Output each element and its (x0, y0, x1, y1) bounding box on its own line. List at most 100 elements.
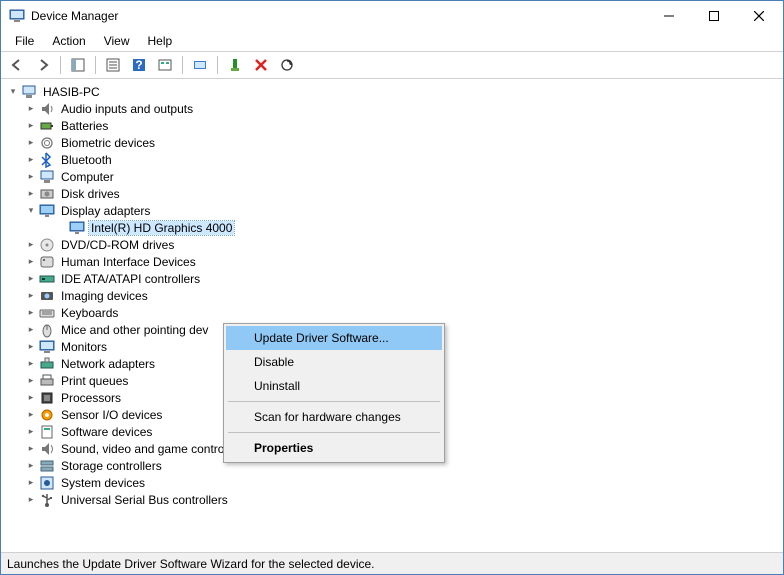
tree-category[interactable]: ▸ Computer (3, 168, 781, 185)
expand-icon[interactable]: ▸ (25, 171, 37, 183)
tree-category-label: Sound, video and game controllers (59, 442, 248, 456)
expand-icon[interactable]: ▸ (25, 443, 37, 455)
show-hide-tree-button[interactable] (66, 54, 90, 76)
tree-category-label: Computer (59, 170, 116, 184)
menu-action[interactable]: Action (44, 32, 93, 50)
expand-icon[interactable]: ▸ (25, 358, 37, 370)
title-bar: Device Manager (1, 1, 783, 31)
tree-category-label: Bluetooth (59, 153, 114, 167)
tree-root-label: HASIB-PC (41, 85, 102, 99)
menu-view[interactable]: View (96, 32, 138, 50)
context-menu-separator (228, 401, 440, 402)
collapse-icon[interactable]: ▾ (7, 86, 19, 98)
context-menu-item[interactable]: Uninstall (226, 374, 442, 398)
enable-button[interactable] (223, 54, 247, 76)
tree-category[interactable]: ▸Batteries (3, 117, 781, 134)
monitor-icon (39, 339, 55, 355)
toolbar-separator (95, 56, 96, 74)
mouse-icon (39, 322, 55, 338)
forward-button[interactable] (31, 54, 55, 76)
storage-icon (39, 458, 55, 474)
tree-category[interactable]: ▾Display adapters (3, 202, 781, 219)
status-bar: Launches the Update Driver Software Wiza… (1, 552, 783, 574)
back-button[interactable] (5, 54, 29, 76)
expand-icon[interactable]: ▸ (25, 239, 37, 251)
twisty-none (55, 222, 67, 234)
scan-hardware-button[interactable] (275, 54, 299, 76)
help-button[interactable]: ? (127, 54, 151, 76)
expand-icon[interactable]: ▸ (25, 392, 37, 404)
expand-icon[interactable]: ▸ (25, 375, 37, 387)
expand-icon[interactable]: ▸ (25, 273, 37, 285)
close-button[interactable] (736, 2, 781, 30)
expand-icon[interactable]: ▸ (25, 341, 37, 353)
expand-icon[interactable]: ▸ (25, 324, 37, 336)
context-menu-item[interactable]: Properties (226, 436, 442, 460)
toolbar: ? (1, 51, 783, 79)
expand-icon[interactable]: ▸ (25, 120, 37, 132)
context-menu-separator (228, 432, 440, 433)
display-icon (39, 203, 55, 219)
tree-category-label: Audio inputs and outputs (59, 102, 195, 116)
imaging-icon (39, 288, 55, 304)
tree-category[interactable]: ▸Keyboards (3, 304, 781, 321)
maximize-button[interactable] (691, 2, 736, 30)
expand-icon[interactable]: ▸ (25, 103, 37, 115)
expand-icon[interactable]: ▸ (25, 494, 37, 506)
tree-category-label: Network adapters (59, 357, 157, 371)
tree-category-label: Human Interface Devices (59, 255, 198, 269)
expand-icon[interactable]: ▸ (25, 460, 37, 472)
expand-icon[interactable]: ▸ (25, 256, 37, 268)
minimize-button[interactable] (646, 2, 691, 30)
menu-help[interactable]: Help (140, 32, 181, 50)
collapse-icon[interactable]: ▾ (25, 205, 37, 217)
tree-category[interactable]: ▸IDE ATA/ATAPI controllers (3, 270, 781, 287)
expand-icon[interactable]: ▸ (25, 409, 37, 421)
tree-category[interactable]: ▸ Disk drives (3, 185, 781, 202)
system-icon (39, 475, 55, 491)
action-button[interactable] (153, 54, 177, 76)
context-menu-item[interactable]: Update Driver Software... (226, 326, 442, 350)
software-icon (39, 424, 55, 440)
audio-icon (39, 101, 55, 117)
tree-category[interactable]: ▸DVD/CD-ROM drives (3, 236, 781, 253)
uninstall-button[interactable] (249, 54, 273, 76)
cpu-icon (39, 390, 55, 406)
tree-category[interactable]: ▸ Audio inputs and outputs (3, 100, 781, 117)
properties-button[interactable] (101, 54, 125, 76)
tree-category[interactable]: ▸ Human Interface Devices (3, 253, 781, 270)
keyboard-icon (39, 305, 55, 321)
tree-device[interactable]: Intel(R) HD Graphics 4000 (3, 219, 781, 236)
context-menu-item[interactable]: Scan for hardware changes (226, 405, 442, 429)
device-tree[interactable]: ▾ HASIB-PC ▸ Audio inputs and outputs▸Batte… (1, 79, 783, 552)
disk-icon (39, 186, 55, 202)
tree-category[interactable]: ▸System devices (3, 474, 781, 491)
tree-category-label: Software devices (59, 425, 154, 439)
tree-root[interactable]: ▾ HASIB-PC (3, 83, 781, 100)
expand-icon[interactable]: ▸ (25, 290, 37, 302)
tree-category-label: Sensor I/O devices (59, 408, 164, 422)
tree-category[interactable]: ▸Universal Serial Bus controllers (3, 491, 781, 508)
tree-category[interactable]: ▸Biometric devices (3, 134, 781, 151)
app-icon (9, 8, 25, 24)
update-driver-button[interactable] (188, 54, 212, 76)
status-text: Launches the Update Driver Software Wiza… (7, 557, 375, 571)
svg-text:?: ? (135, 58, 142, 72)
expand-icon[interactable]: ▸ (25, 154, 37, 166)
expand-icon[interactable]: ▸ (25, 188, 37, 200)
tree-category[interactable]: ▸ Bluetooth (3, 151, 781, 168)
expand-icon[interactable]: ▸ (25, 426, 37, 438)
context-menu: Update Driver Software...DisableUninstal… (223, 323, 445, 463)
expand-icon[interactable]: ▸ (25, 477, 37, 489)
display-icon (69, 220, 85, 236)
expand-icon[interactable]: ▸ (25, 137, 37, 149)
expand-icon[interactable]: ▸ (25, 307, 37, 319)
sensor-icon (39, 407, 55, 423)
tree-category-label: Disk drives (59, 187, 122, 201)
tree-device-label: Intel(R) HD Graphics 4000 (89, 221, 234, 235)
tree-category[interactable]: ▸Imaging devices (3, 287, 781, 304)
sound-icon (39, 441, 55, 457)
biometric-icon (39, 135, 55, 151)
context-menu-item[interactable]: Disable (226, 350, 442, 374)
menu-file[interactable]: File (7, 32, 42, 50)
